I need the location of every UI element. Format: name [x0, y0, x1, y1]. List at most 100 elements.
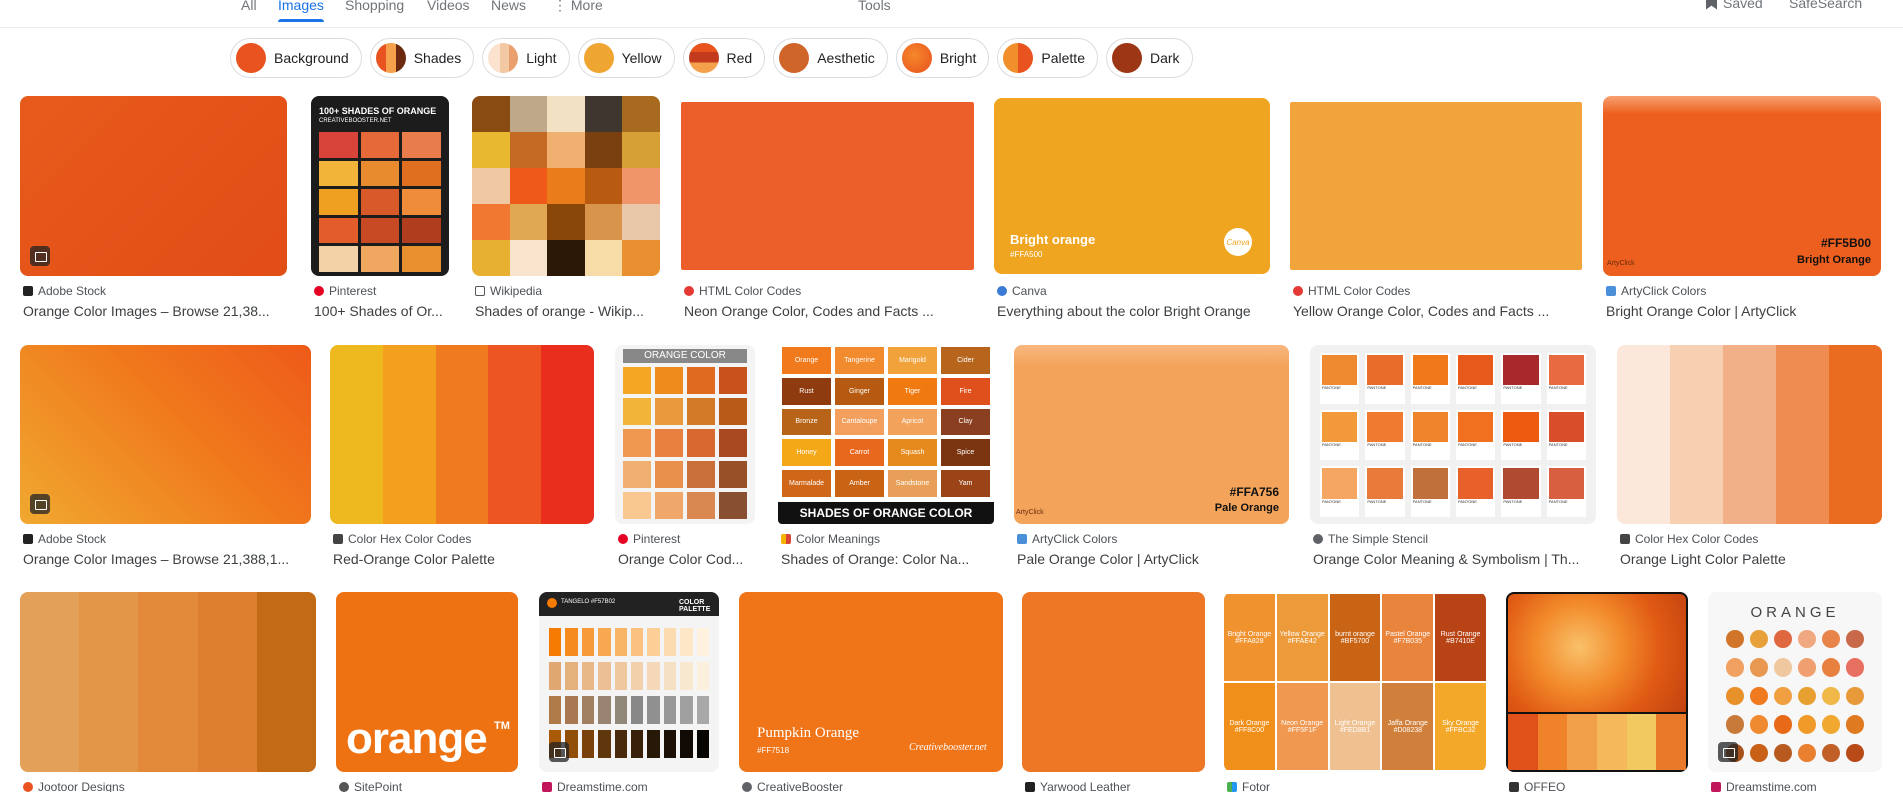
image-result[interactable]: Wikipedia Shades of orange - Wikip... — [472, 96, 660, 326]
result-thumbnail[interactable]: ORANGE COLOR — [615, 345, 755, 524]
safesearch-button[interactable]: SafeSearch — [1789, 0, 1862, 11]
image-result[interactable]: orange TM SitePoint — [336, 592, 518, 792]
result-title[interactable]: Bright Orange Color | ArtyClick — [1606, 303, 1884, 319]
tab-all[interactable]: All — [241, 0, 257, 13]
result-source[interactable]: Dreamstime.com — [1711, 780, 1885, 792]
chip-shades[interactable]: Shades — [369, 38, 475, 78]
result-title[interactable]: Orange Light Color Palette — [1620, 551, 1885, 567]
image-result[interactable]: Bright Orange #FFA828 Yellow Orange #FFA… — [1224, 592, 1486, 792]
result-thumbnail[interactable]: orange TM — [336, 592, 518, 772]
image-result[interactable]: OFFEO — [1506, 592, 1688, 792]
image-result[interactable]: Orange Tangerine Marigold Cider Rust Gin… — [778, 345, 994, 575]
result-source[interactable]: HTML Color Codes — [684, 284, 977, 298]
result-source[interactable]: Color Meanings — [781, 532, 997, 546]
result-source[interactable]: CreativeBooster — [742, 780, 1006, 792]
result-thumbnail[interactable] — [1617, 345, 1882, 524]
chip-aesthetic[interactable]: Aesthetic — [773, 38, 888, 78]
saved-button[interactable]: Saved — [1706, 0, 1763, 11]
result-title[interactable]: Pale Orange Color | ArtyClick — [1017, 551, 1292, 567]
result-thumbnail[interactable] — [1290, 96, 1582, 276]
result-thumbnail[interactable]: #FFA756 Pale Orange ArtyClick — [1014, 345, 1289, 524]
tab-shopping[interactable]: Shopping — [345, 0, 404, 13]
image-result[interactable]: ORANGE COLOR Pinterest Orange Color Cod.… — [615, 345, 755, 575]
result-thumbnail[interactable]: Bright orange #FFA500 Canva — [994, 96, 1270, 276]
result-title[interactable]: Everything about the color Bright Orange — [997, 303, 1273, 319]
image-result[interactable]: HTML Color Codes Yellow Orange Color, Co… — [1290, 96, 1582, 326]
image-result[interactable]: Bright orange #FFA500 Canva Canva Everyt… — [994, 96, 1270, 326]
result-source[interactable]: OFFEO — [1509, 780, 1691, 792]
result-source[interactable]: ArtyClick Colors — [1606, 284, 1884, 298]
image-result[interactable]: Pumpkin Orange #FF7518 Creativebooster.n… — [739, 592, 1003, 792]
chip-yellow[interactable]: Yellow — [577, 38, 675, 78]
result-thumbnail[interactable] — [20, 592, 316, 772]
tab-images[interactable]: Images — [278, 0, 324, 22]
result-title[interactable]: Orange Color Meaning & Symbolism | Th... — [1313, 551, 1599, 567]
result-thumbnail[interactable]: ORANGE — [1708, 592, 1882, 772]
result-source[interactable]: Yarwood Leather — [1025, 780, 1208, 792]
chip-background[interactable]: Background — [230, 38, 362, 78]
result-source[interactable]: Dreamstime.com — [542, 780, 722, 792]
result-thumbnail[interactable]: 100+ SHADES OF ORANGE CREATIVEBOOSTER.NE… — [311, 96, 449, 276]
result-source[interactable]: ArtyClick Colors — [1017, 532, 1292, 546]
result-source[interactable]: Color Hex Color Codes — [1620, 532, 1885, 546]
result-thumbnail[interactable] — [330, 345, 594, 524]
image-result[interactable]: #FF5B00 Bright Orange ArtyClick ArtyClic… — [1603, 96, 1881, 326]
swatch-grid — [472, 96, 660, 276]
result-source[interactable]: Jootoor Designs — [23, 780, 319, 792]
image-result[interactable]: Adobe Stock Orange Color Images – Browse… — [20, 345, 311, 575]
result-title[interactable]: Orange Color Images – Browse 21,38... — [23, 303, 290, 319]
image-result[interactable]: ORANGE Dreamstime.com — [1708, 592, 1882, 792]
chip-palette[interactable]: Palette — [997, 38, 1098, 78]
chip-light[interactable]: Light — [482, 38, 570, 78]
result-title[interactable]: Orange Color Cod... — [618, 551, 758, 567]
image-result[interactable]: #FFA756 Pale Orange ArtyClick ArtyClick … — [1014, 345, 1289, 575]
result-source[interactable]: SitePoint — [339, 780, 521, 792]
tab-more[interactable]: ⋮ More — [553, 0, 603, 14]
result-thumbnail[interactable]: Bright Orange #FFA828 Yellow Orange #FFA… — [1224, 592, 1486, 772]
result-thumbnail[interactable] — [472, 96, 660, 276]
result-source[interactable]: Fotor — [1227, 780, 1489, 792]
result-title[interactable]: Orange Color Images – Browse 21,388,1... — [23, 551, 314, 567]
image-result[interactable]: 100+ SHADES OF ORANGE CREATIVEBOOSTER.NE… — [311, 96, 449, 326]
result-thumbnail[interactable] — [681, 96, 974, 276]
result-source[interactable]: HTML Color Codes — [1293, 284, 1585, 298]
result-thumbnail[interactable]: #FF5B00 Bright Orange ArtyClick — [1603, 96, 1881, 276]
result-source[interactable]: The Simple Stencil — [1313, 532, 1599, 546]
image-result[interactable]: Yarwood Leather — [1022, 592, 1205, 792]
tools-button[interactable]: Tools — [858, 0, 891, 13]
result-title[interactable]: Shades of orange - Wikip... — [475, 303, 663, 319]
result-thumbnail[interactable] — [20, 96, 287, 276]
result-thumbnail[interactable]: Pumpkin Orange #FF7518 Creativebooster.n… — [739, 592, 1003, 772]
tab-videos[interactable]: Videos — [427, 0, 470, 13]
image-result[interactable]: Color Hex Color Codes Red-Orange Color P… — [330, 345, 594, 575]
image-result[interactable]: Jootoor Designs — [20, 592, 316, 792]
result-source[interactable]: Adobe Stock — [23, 532, 314, 546]
image-result[interactable]: TANGELO #F57B02 COLOR PALETTE Dreamstime… — [539, 592, 719, 792]
result-thumbnail[interactable]: TANGELO #F57B02 COLOR PALETTE — [539, 592, 719, 772]
image-result[interactable]: HTML Color Codes Neon Orange Color, Code… — [681, 96, 974, 326]
result-source[interactable]: Adobe Stock — [23, 284, 290, 298]
result-title[interactable]: Red-Orange Color Palette — [333, 551, 597, 567]
result-thumbnail[interactable] — [1506, 592, 1688, 772]
result-title[interactable]: 100+ Shades of Or... — [314, 303, 452, 319]
chip-bright[interactable]: Bright — [895, 38, 990, 78]
result-title[interactable]: Neon Orange Color, Codes and Facts ... — [684, 303, 977, 319]
result-title[interactable]: Yellow Orange Color, Codes and Facts ... — [1293, 303, 1585, 319]
chip-red[interactable]: Red — [682, 38, 766, 78]
result-thumbnail[interactable] — [20, 345, 311, 524]
chip-dark[interactable]: Dark — [1105, 38, 1193, 78]
result-thumbnail[interactable]: Orange Tangerine Marigold Cider Rust Gin… — [778, 345, 994, 524]
result-title[interactable]: Shades of Orange: Color Na... — [781, 551, 997, 567]
result-source[interactable]: Canva — [997, 284, 1273, 298]
result-source[interactable]: Pinterest — [314, 284, 452, 298]
result-source[interactable]: Wikipedia — [475, 284, 663, 298]
result-thumbnail[interactable] — [1022, 592, 1205, 772]
result-source[interactable]: Color Hex Color Codes — [333, 532, 597, 546]
image-result[interactable]: Adobe Stock Orange Color Images – Browse… — [20, 96, 287, 326]
color-dot-icon — [547, 598, 557, 608]
result-source[interactable]: Pinterest — [618, 532, 758, 546]
image-result[interactable]: PANTONE PANTONE PANTONE PANTONE PANTONE … — [1310, 345, 1596, 575]
tab-news[interactable]: News — [491, 0, 526, 13]
result-thumbnail[interactable]: PANTONE PANTONE PANTONE PANTONE PANTONE … — [1310, 345, 1596, 524]
image-result[interactable]: Color Hex Color Codes Orange Light Color… — [1617, 345, 1882, 575]
